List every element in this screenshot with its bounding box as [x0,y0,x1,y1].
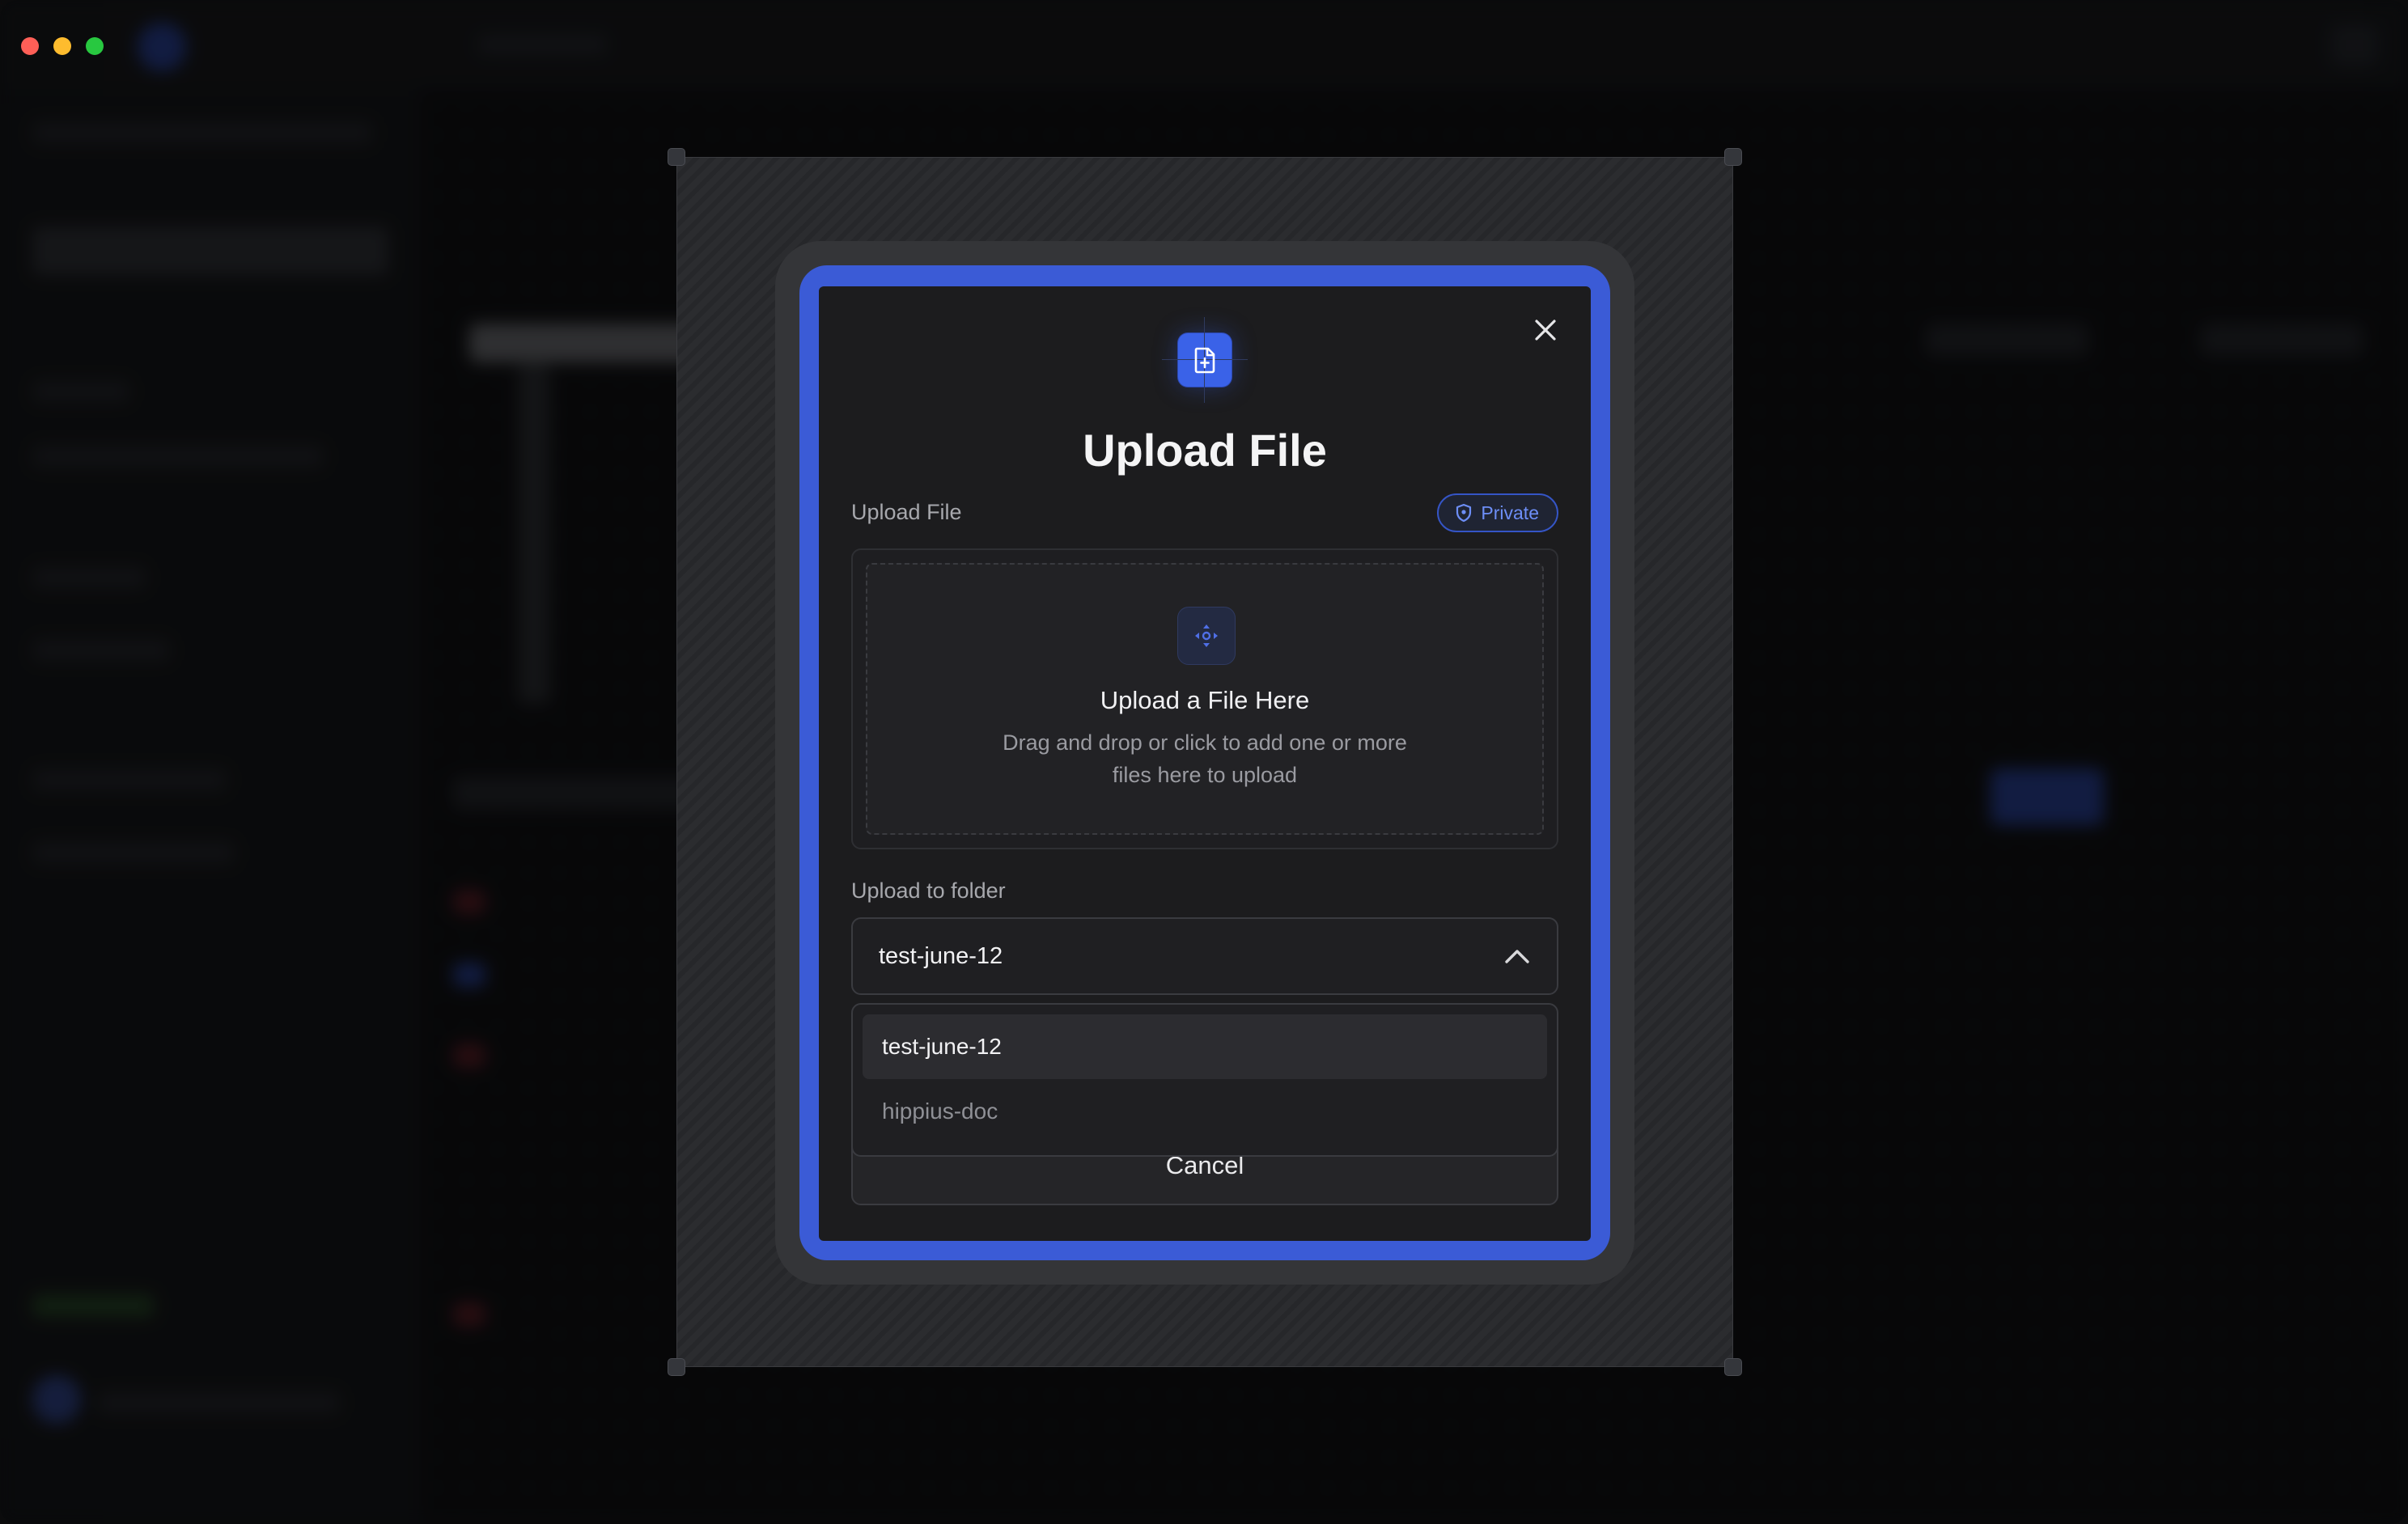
dropzone-title: Upload a File Here [1100,686,1310,714]
frame-corner-handle [668,148,685,166]
folder-label: Upload to folder [851,878,1006,903]
modal-title: Upload File [1083,425,1327,476]
privacy-badge-label: Private [1481,502,1539,523]
folder-option-hippius-doc[interactable]: hippius-doc [863,1079,1547,1144]
frame-corner-handle [1724,148,1742,166]
window-zoom-button[interactable] [86,37,104,55]
folder-dropdown-menu: test-june-12 hippius-doc [851,1003,1558,1157]
folder-select-value: test-june-12 [879,942,1003,969]
upload-section-label: Upload File [851,500,962,524]
shield-icon [1456,503,1472,523]
folder-option-test-june-12[interactable]: test-june-12 [863,1014,1547,1079]
app-window: Upload File Upload File Private Upload a… [0,0,2408,1524]
close-icon [1535,320,1556,341]
chevron-up-icon [1505,950,1529,963]
upload-target-icon [1177,607,1236,665]
file-dropzone[interactable]: Upload a File Here Drag and drop or clic… [866,563,1544,835]
dropzone-container: Upload a File Here Drag and drop or clic… [851,548,1558,849]
window-controls [21,37,104,55]
privacy-badge[interactable]: Private [1437,493,1558,532]
window-minimize-button[interactable] [53,37,71,55]
file-upload-icon [1162,317,1248,403]
upload-file-modal: Upload File Upload File Private Upload a… [819,286,1591,1241]
window-close-button[interactable] [21,37,39,55]
close-button[interactable] [1529,314,1562,346]
folder-select[interactable]: test-june-12 [851,917,1558,995]
dropzone-subtitle: Drag and drop or click to add one or mor… [1003,730,1407,787]
frame-corner-handle [1724,1358,1742,1376]
frame-corner-handle [668,1358,685,1376]
